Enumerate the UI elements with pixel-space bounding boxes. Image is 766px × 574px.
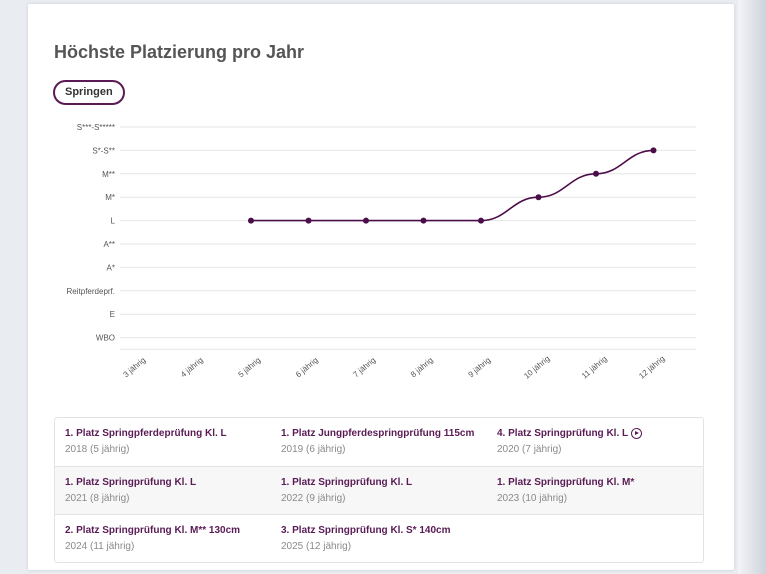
data-point[interactable]	[363, 217, 369, 224]
placement-card: Höchste Platzierung pro Jahr Springen WB…	[28, 4, 734, 570]
result-date: 2019 (6 jährig)	[281, 444, 346, 455]
y-tick-label: A**	[103, 240, 115, 249]
result-date: 2022 (9 jährig)	[281, 493, 346, 504]
x-tick-label: 11 jährig	[580, 354, 609, 380]
table-row: 2. Platz Springprüfung Kl. M** 130cm 202…	[55, 514, 703, 562]
table-row: 1. Platz Springpferdeprüfung Kl. L 2018 …	[55, 418, 703, 466]
filter-springen-button[interactable]: Springen	[53, 80, 125, 105]
result-title: 1. Platz Jungpferdespringprüfung 115cm	[281, 428, 475, 439]
data-point[interactable]	[305, 217, 312, 224]
x-tick-label: 4 jährig	[179, 356, 205, 380]
play-circle-icon[interactable]	[631, 428, 643, 439]
x-tick-label: 7 jährig	[351, 356, 377, 380]
data-point[interactable]	[535, 194, 542, 201]
x-tick-label: 9 jährig	[466, 356, 492, 380]
data-point[interactable]	[478, 217, 484, 224]
result-title: 1. Platz Springpferdeprüfung Kl. L	[65, 428, 227, 439]
data-point[interactable]	[593, 170, 599, 177]
y-tick-label: S***-S*****	[77, 123, 115, 132]
x-tick-label: 6 jährig	[294, 356, 320, 380]
result-cell[interactable]: 4. Platz Springprüfung Kl. L 2020 (7 jäh…	[487, 418, 703, 466]
series-line	[251, 149, 654, 222]
x-tick-label: 5 jährig	[236, 356, 262, 380]
x-tick-label: 3 jährig	[121, 356, 147, 380]
result-cell[interactable]: 1. Platz Springprüfung Kl. L 2022 (9 jäh…	[271, 467, 487, 514]
placement-line-chart: WBO E Reitpferdeprf. A* A** L M* M** S*-S** S***-…	[67, 123, 696, 381]
results-table: 1. Platz Springpferdeprüfung Kl. L 2018 …	[54, 417, 704, 563]
x-tick-label: 8 jährig	[409, 356, 435, 380]
result-title: 1. Platz Springprüfung Kl. L	[281, 477, 413, 488]
y-tick-label: S*-S**	[92, 146, 115, 155]
result-date: 2025 (12 jährig)	[281, 541, 352, 552]
x-tick-label: 12 jährig	[637, 354, 666, 381]
page-title: Höchste Platzierung pro Jahr	[54, 42, 305, 62]
data-point[interactable]	[248, 217, 254, 224]
result-cell-empty	[487, 515, 703, 562]
result-title: 3. Platz Springprüfung Kl. S* 140cm	[281, 525, 451, 536]
data-point[interactable]	[420, 217, 427, 224]
x-tick-label: 10 jährig	[522, 354, 551, 381]
result-date: 2020 (7 jährig)	[497, 444, 562, 455]
result-date: 2024 (11 jährig)	[65, 541, 135, 552]
result-cell[interactable]: 1. Platz Springprüfung Kl. M* 2023 (10 j…	[487, 467, 703, 514]
result-date: 2021 (8 jährig)	[65, 493, 130, 504]
result-title-with-video: 4. Platz Springprüfung Kl. L	[497, 428, 703, 439]
result-cell[interactable]: 1. Platz Springpferdeprüfung Kl. L 2018 …	[55, 418, 271, 466]
y-tick-label: E	[110, 310, 115, 319]
result-cell[interactable]: 1. Platz Jungpferdespringprüfung 115cm 2…	[271, 418, 487, 466]
y-tick-label: A*	[107, 263, 115, 272]
y-tick-label: M**	[102, 170, 115, 179]
result-date: 2018 (5 jährig)	[65, 444, 130, 455]
result-cell[interactable]: 1. Platz Springprüfung Kl. L 2021 (8 jäh…	[55, 467, 271, 514]
table-row: 1. Platz Springprüfung Kl. L 2021 (8 jäh…	[55, 466, 703, 514]
y-tick-label: M*	[105, 193, 115, 202]
background-strip	[738, 0, 766, 574]
result-date: 2023 (10 jährig)	[497, 493, 568, 504]
y-tick-label: WBO	[96, 334, 115, 343]
result-cell[interactable]: 2. Platz Springprüfung Kl. M** 130cm 202…	[55, 515, 271, 562]
result-title: 1. Platz Springprüfung Kl. M*	[497, 477, 635, 488]
result-title: 1. Platz Springprüfung Kl. L	[65, 477, 197, 488]
data-point[interactable]	[650, 147, 657, 154]
result-cell[interactable]: 3. Platz Springprüfung Kl. S* 140cm 2025…	[271, 515, 487, 562]
result-title: 2. Platz Springprüfung Kl. M** 130cm	[65, 525, 241, 536]
y-tick-label: Reitpferdeprf.	[67, 287, 115, 296]
result-title: 4. Platz Springprüfung Kl. L	[497, 428, 629, 439]
y-tick-label: L	[111, 217, 116, 226]
